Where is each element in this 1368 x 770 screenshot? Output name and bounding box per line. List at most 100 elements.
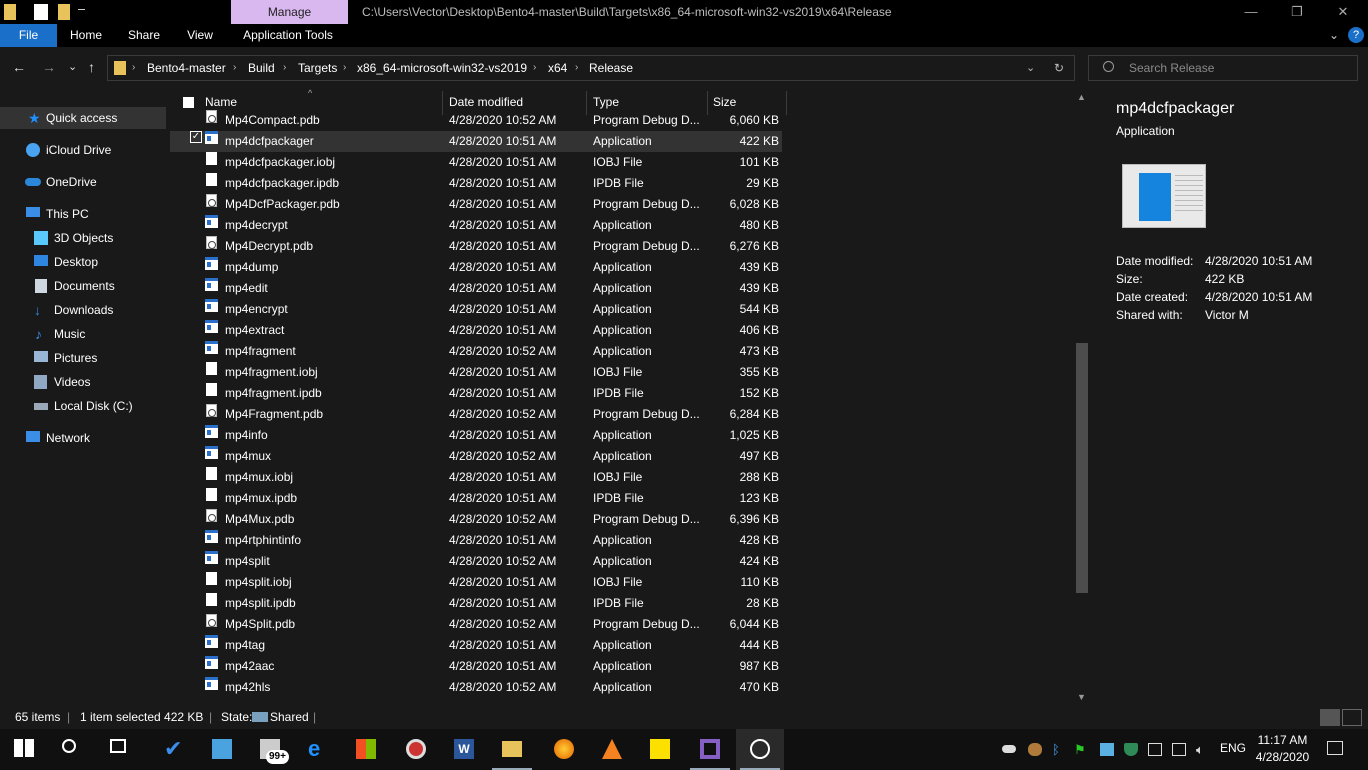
- breadcrumb-targets[interactable]: Targets: [298, 56, 337, 80]
- new-folder-icon[interactable]: [58, 4, 70, 20]
- forward-button[interactable]: →: [42, 59, 56, 75]
- sidebar-item-music[interactable]: ♪ Music: [0, 323, 166, 345]
- breadcrumb-separator[interactable]: ›: [343, 56, 346, 80]
- cloud-icon[interactable]: [1002, 745, 1016, 753]
- vertical-scrollbar[interactable]: ▲ ▼: [1074, 89, 1090, 705]
- todo-button[interactable]: ✔: [150, 729, 198, 770]
- file-row[interactable]: mp42hls 4/28/2020 10:52 AM Application 470 …: [170, 677, 782, 698]
- file-row[interactable]: mp42aac 4/28/2020 10:51 AM Application 987 …: [170, 656, 782, 677]
- mail-button[interactable]: 99+: [246, 729, 294, 770]
- file-row[interactable]: mp4mux.iobj 4/28/2020 10:51 AM IOBJ File 28…: [170, 467, 782, 488]
- breadcrumb-x64[interactable]: x64: [548, 56, 567, 80]
- vlc-button[interactable]: [588, 729, 636, 770]
- file-row[interactable]: ✓ mp4dcfpackager 4/28/2020 10:51 AM Applica…: [170, 131, 782, 152]
- sidebar-item-this-pc[interactable]: This PC: [0, 203, 166, 225]
- address-dropdown-icon[interactable]: ⌄: [1026, 56, 1035, 80]
- notifications-icon[interactable]: [1327, 741, 1343, 755]
- file-row[interactable]: mp4tag 4/28/2020 10:51 AM Application 444 K…: [170, 635, 782, 656]
- sidebar-item-downloads[interactable]: ↓ Downloads: [0, 299, 166, 321]
- large-icons-view-icon[interactable]: [1342, 709, 1362, 726]
- breadcrumb-build[interactable]: Build: [248, 56, 275, 80]
- file-row[interactable]: mp4fragment 4/28/2020 10:52 AM Application…: [170, 341, 782, 362]
- tray-monitor-icon[interactable]: [1100, 743, 1114, 756]
- breadcrumb-bento4-master[interactable]: Bento4-master: [147, 56, 226, 80]
- close-button[interactable]: ✕: [1320, 0, 1366, 24]
- file-row[interactable]: mp4fragment.iobj 4/28/2020 10:51 AM IOBJ F…: [170, 362, 782, 383]
- start-button[interactable]: [0, 729, 48, 770]
- file-row[interactable]: mp4fragment.ipdb 4/28/2020 10:51 AM IPDB F…: [170, 383, 782, 404]
- photos-button[interactable]: [736, 729, 784, 770]
- sidebar-item-local-disk[interactable]: Local Disk (C:): [0, 395, 166, 417]
- sidebar-item-desktop[interactable]: Desktop: [0, 251, 166, 273]
- minimize-button[interactable]: —: [1228, 0, 1274, 24]
- search-button[interactable]: [48, 729, 96, 770]
- manage-tab[interactable]: Manage: [231, 0, 348, 24]
- sidebar-item-icloud-drive[interactable]: iCloud Drive: [0, 139, 166, 161]
- control-panel-button[interactable]: [198, 729, 246, 770]
- file-row[interactable]: mp4split 4/28/2020 10:52 AM Application 424…: [170, 551, 782, 572]
- sidebar-item-onedrive[interactable]: OneDrive: [0, 171, 166, 193]
- breadcrumb-platform[interactable]: x86_64-microsoft-win32-vs2019: [357, 56, 527, 80]
- tab-file[interactable]: File: [0, 24, 57, 47]
- sidebar-item-videos[interactable]: Videos: [0, 371, 166, 393]
- row-checkbox[interactable]: ✓: [190, 131, 202, 143]
- refresh-icon[interactable]: ↻: [1054, 56, 1064, 80]
- maximize-button[interactable]: ❐: [1274, 0, 1320, 24]
- firefox-button[interactable]: [540, 729, 588, 770]
- tab-application-tools[interactable]: Application Tools: [236, 24, 340, 47]
- bluetooth-icon[interactable]: ᛒ: [1052, 743, 1066, 756]
- file-row[interactable]: mp4split.ipdb 4/28/2020 10:51 AM IPDB File…: [170, 593, 782, 614]
- file-row[interactable]: Mp4Split.pdb 4/28/2020 10:52 AM Program De…: [170, 614, 782, 635]
- file-row[interactable]: mp4info 4/28/2020 10:51 AM Application 1,02…: [170, 425, 782, 446]
- help-icon[interactable]: ?: [1348, 27, 1364, 43]
- file-row[interactable]: mp4dcfpackager.ipdb 4/28/2020 10:51 AM IPD…: [170, 173, 782, 194]
- scroll-up-icon[interactable]: ▲: [1077, 92, 1086, 102]
- store-button[interactable]: [342, 729, 390, 770]
- tray-app-icon[interactable]: [1028, 743, 1042, 756]
- breadcrumb-release[interactable]: Release: [589, 56, 633, 80]
- breadcrumb-separator[interactable]: ›: [575, 56, 578, 80]
- scroll-down-icon[interactable]: ▼: [1077, 692, 1086, 702]
- file-row[interactable]: mp4decrypt 4/28/2020 10:51 AM Application 4…: [170, 215, 782, 236]
- column-date-modified[interactable]: Date modified: [449, 95, 523, 109]
- scrollbar-thumb[interactable]: [1076, 343, 1088, 593]
- file-row[interactable]: mp4mux 4/28/2020 10:52 AM Application 497 K…: [170, 446, 782, 467]
- tab-home[interactable]: Home: [60, 24, 112, 47]
- sidebar-item-network[interactable]: Network: [0, 427, 166, 449]
- breadcrumb-separator[interactable]: ›: [233, 56, 236, 80]
- tab-share[interactable]: Share: [118, 24, 170, 47]
- select-all-checkbox[interactable]: [183, 97, 194, 108]
- sticky-notes-button[interactable]: [636, 729, 684, 770]
- file-row[interactable]: mp4mux.ipdb 4/28/2020 10:51 AM IPDB File 12…: [170, 488, 782, 509]
- expand-ribbon-icon[interactable]: ⌄: [1326, 24, 1342, 47]
- media-player-button[interactable]: [392, 729, 440, 770]
- clock[interactable]: 11:17 AM 4/28/2020: [1250, 732, 1315, 766]
- breadcrumb-separator[interactable]: ›: [132, 56, 135, 80]
- file-row[interactable]: mp4dcfpackager.iobj 4/28/2020 10:51 AM IOB…: [170, 152, 782, 173]
- file-row[interactable]: mp4dump 4/28/2020 10:51 AM Application 439 …: [170, 257, 782, 278]
- file-row[interactable]: Mp4DcfPackager.pdb 4/28/2020 10:51 AM Prog…: [170, 194, 782, 215]
- file-row[interactable]: Mp4Fragment.pdb 4/28/2020 10:52 AM Program…: [170, 404, 782, 425]
- search-box[interactable]: Search Release: [1088, 55, 1358, 81]
- column-type[interactable]: Type: [593, 95, 619, 109]
- address-bar[interactable]: › Bento4-master › Build › Targets › x86_…: [107, 55, 1075, 81]
- file-row[interactable]: mp4split.iobj 4/28/2020 10:51 AM IOBJ File…: [170, 572, 782, 593]
- recent-locations-button[interactable]: ⌄: [68, 59, 77, 75]
- power-icon[interactable]: [1148, 743, 1162, 756]
- edge-button[interactable]: e: [294, 729, 342, 770]
- visual-studio-button[interactable]: [686, 729, 734, 770]
- task-view-button[interactable]: [96, 729, 144, 770]
- sidebar-item-3d-objects[interactable]: 3D Objects: [0, 227, 166, 249]
- file-row[interactable]: mp4extract 4/28/2020 10:51 AM Application 4…: [170, 320, 782, 341]
- file-explorer-button[interactable]: [488, 729, 536, 770]
- sidebar-item-pictures[interactable]: Pictures: [0, 347, 166, 369]
- up-button[interactable]: ↑: [88, 59, 95, 75]
- sidebar-item-documents[interactable]: Documents: [0, 275, 166, 297]
- breadcrumb-separator[interactable]: ›: [533, 56, 536, 80]
- network-icon[interactable]: [1172, 743, 1186, 756]
- word-button[interactable]: W: [440, 729, 488, 770]
- file-row[interactable]: Mp4Decrypt.pdb 4/28/2020 10:51 AM Program …: [170, 236, 782, 257]
- volume-icon[interactable]: 🔈︎: [1196, 743, 1210, 756]
- column-size[interactable]: Size: [713, 95, 736, 109]
- file-row[interactable]: mp4encrypt 4/28/2020 10:51 AM Application 5…: [170, 299, 782, 320]
